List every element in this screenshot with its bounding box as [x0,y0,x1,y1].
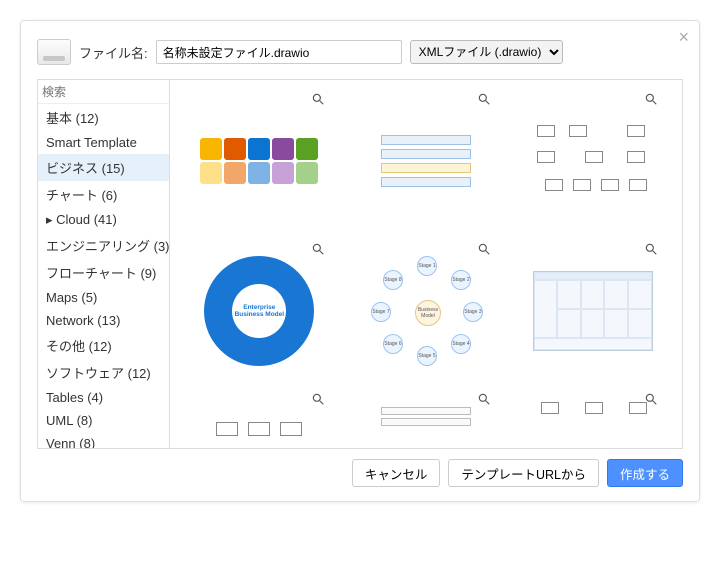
header-row: ファイル名: XMLファイル (.drawio) [37,39,683,65]
zoom-icon[interactable] [311,92,325,109]
zoom-icon[interactable] [644,92,658,109]
footer-row: キャンセル テンプレートURLから 作成する [37,459,683,487]
circle-center-label: Enterprise Business Model [232,284,286,338]
category-item[interactable]: Network (13) [38,309,169,332]
category-item[interactable]: 基本 (12) [38,104,169,131]
category-item[interactable]: ソフトウェア (12) [38,359,169,386]
category-item[interactable]: Venn (8) [38,432,169,448]
category-item[interactable]: UML (8) [38,409,169,432]
template-thumb [361,396,491,436]
category-item[interactable]: その他 (12) [38,332,169,359]
zoom-icon[interactable] [477,92,491,109]
search-wrap [38,80,169,104]
template-thumb [528,261,658,361]
category-item[interactable]: ▸ Cloud (41) [38,208,169,232]
category-item[interactable]: エンジニアリング (3) [38,232,169,259]
template-thumb: Enterprise Business Model [194,261,324,361]
template-thumb [528,396,658,436]
category-item[interactable]: Maps (5) [38,286,169,309]
template-thumb [194,111,324,211]
drive-icon [37,39,71,65]
category-item[interactable]: フローチャート (9) [38,259,169,286]
from-url-button[interactable]: テンプレートURLから [448,459,599,487]
body-area: 基本 (12)Smart Templateビジネス (15)チャート (6)▸ … [37,79,683,449]
category-item[interactable]: Smart Template [38,131,169,154]
zoom-icon[interactable] [644,242,658,259]
category-item[interactable]: ビジネス (15) [38,154,169,181]
filename-input[interactable] [156,40,402,64]
category-item[interactable]: チャート (6) [38,181,169,208]
template-thumb [361,111,491,211]
template-thumb: Business Model Stage 1 Stage 2 Stage 3 S… [361,261,491,361]
template-item[interactable] [176,86,343,236]
category-list: 基本 (12)Smart Templateビジネス (15)チャート (6)▸ … [38,104,169,448]
sidebar: 基本 (12)Smart Templateビジネス (15)チャート (6)▸ … [38,80,170,448]
create-button[interactable]: 作成する [607,459,683,487]
template-item[interactable] [509,86,676,236]
stage-center-label: Business Model [415,300,441,326]
category-item[interactable]: Tables (4) [38,386,169,409]
zoom-icon[interactable] [311,242,325,259]
template-item[interactable] [509,386,676,446]
zoom-icon[interactable] [477,392,491,409]
template-thumb [194,396,324,436]
zoom-icon[interactable] [311,392,325,409]
template-grid: Enterprise Business Model Business Model… [170,80,682,448]
template-item[interactable]: Enterprise Business Model [176,236,343,386]
template-thumb [528,111,658,211]
cancel-button[interactable]: キャンセル [352,459,441,487]
template-item[interactable] [509,236,676,386]
template-item[interactable] [343,386,510,446]
template-item[interactable]: Business Model Stage 1 Stage 2 Stage 3 S… [343,236,510,386]
search-input[interactable] [38,83,170,101]
template-item[interactable] [343,86,510,236]
filename-label: ファイル名: [79,43,148,62]
filetype-select[interactable]: XMLファイル (.drawio) [410,40,563,64]
template-item[interactable] [176,386,343,446]
close-icon[interactable]: × [678,27,689,48]
new-file-dialog: × ファイル名: XMLファイル (.drawio) 基本 (12)Smart … [20,20,700,502]
